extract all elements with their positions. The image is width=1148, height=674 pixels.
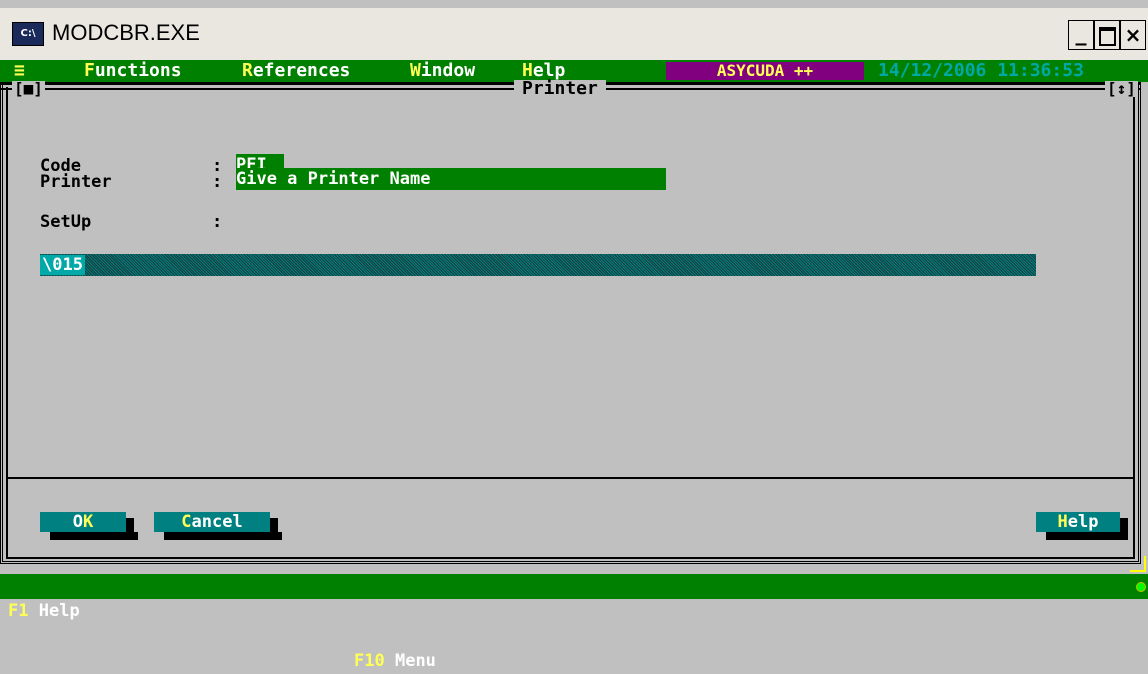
help-button[interactable]: Help (1036, 512, 1120, 532)
menu-references[interactable]: References (242, 60, 350, 82)
dialog-title: Printer (514, 80, 606, 98)
minimize-button[interactable]: _ (1068, 20, 1094, 50)
help-button-shadow-side (1120, 518, 1128, 534)
cancel-button[interactable]: Cancel (154, 512, 270, 532)
status-f1[interactable]: F1 Help (8, 599, 80, 624)
dialog-close-box[interactable]: [■] (12, 81, 45, 97)
printer-label: Printer (40, 172, 112, 192)
brand-badge: ASYCUDA ++ (666, 62, 864, 80)
dialog-inner-frame (6, 87, 1135, 559)
status-indicator-icon (1136, 582, 1146, 592)
status-f10[interactable]: F10 Menu (354, 649, 436, 674)
close-button[interactable]: × (1120, 20, 1146, 50)
cancel-button-shadow-side (270, 518, 278, 534)
setup-input[interactable]: \015 (40, 254, 1036, 276)
help-button-shadow (1046, 532, 1128, 540)
printer-name-input[interactable]: Give a Printer Name (236, 168, 666, 190)
setup-value: \015 (40, 255, 85, 275)
printer-colon: : (212, 172, 223, 192)
cancel-button-shadow (164, 532, 282, 540)
ok-button-shadow-side (126, 518, 134, 534)
menu-functions[interactable]: Functions (84, 60, 182, 82)
clock-display: 14/12/2006 11:36:53 (878, 60, 1084, 81)
window-title: MODCBR.EXE (52, 20, 200, 45)
dialog-zoom-box[interactable]: [↕] (1105, 81, 1138, 97)
ok-button[interactable]: OK (40, 512, 126, 532)
menu-window[interactable]: Window (410, 60, 475, 82)
console-icon: C:\ (12, 22, 44, 46)
ok-button-shadow (50, 532, 138, 540)
status-f9[interactable]: F9 Local Menu (154, 624, 287, 649)
maximize-icon (1098, 27, 1116, 46)
resize-corner-icon[interactable] (1130, 556, 1146, 572)
maximize-button[interactable] (1094, 20, 1120, 50)
setup-colon: : (212, 212, 223, 232)
status-bar: F1 Help F9 Local Menu F10 Menu (0, 574, 1148, 671)
button-area-divider (8, 477, 1135, 479)
setup-label: SetUp (40, 212, 92, 232)
